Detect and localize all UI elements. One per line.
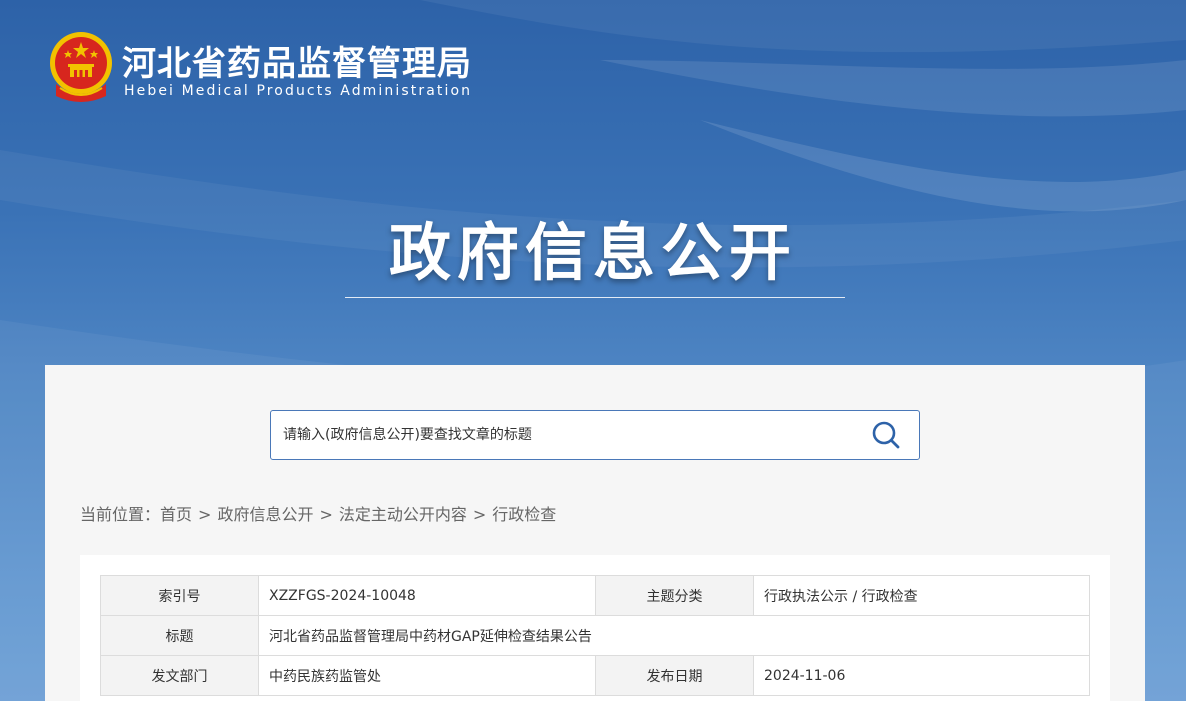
breadcrumb-gov-info[interactable]: 政府信息公开 (217, 505, 313, 524)
table-row: 索引号 XZZFGS-2024-10048 主题分类 行政执法公示 / 行政检查 (100, 575, 1090, 616)
department-label: 发文部门 (100, 655, 259, 696)
breadcrumb-statutory-content[interactable]: 法定主动公开内容 (339, 505, 467, 524)
hero-title: 政府信息公开 (388, 216, 797, 289)
site-title-cn[interactable]: 河北省药品监督管理局 (122, 36, 472, 85)
breadcrumb-separator: > (198, 505, 212, 524)
search-icon[interactable] (871, 420, 901, 450)
category-value: 行政执法公示 / 行政检查 (753, 575, 1090, 616)
breadcrumb: 当前位置：首页 > 政府信息公开 > 法定主动公开内容 > 行政检查 (80, 501, 556, 525)
date-label: 发布日期 (595, 655, 754, 696)
breadcrumb-admin-inspection[interactable]: 行政检查 (492, 505, 556, 524)
category-label: 主题分类 (595, 575, 754, 616)
breadcrumb-prefix: 当前位置： (80, 505, 161, 524)
title-label: 标题 (100, 615, 259, 656)
national-emblem-icon[interactable] (48, 30, 114, 104)
article-meta-table: 索引号 XZZFGS-2024-10048 主题分类 行政执法公示 / 行政检查… (100, 575, 1090, 696)
site-title-en: Hebei Medical Products Administration (124, 83, 473, 99)
article-meta-card: 索引号 XZZFGS-2024-10048 主题分类 行政执法公示 / 行政检查… (80, 555, 1110, 701)
department-value: 中药民族药监管处 (258, 655, 596, 696)
search-input[interactable] (271, 411, 851, 459)
date-value: 2024-11-06 (753, 655, 1090, 696)
breadcrumb-separator: > (319, 505, 333, 524)
breadcrumb-home[interactable]: 首页 (160, 505, 192, 524)
index-no-label: 索引号 (100, 575, 259, 616)
title-value: 河北省药品监督管理局中药材GAP延伸检查结果公告 (258, 615, 1090, 656)
table-row: 发文部门 中药民族药监管处 发布日期 2024-11-06 (100, 655, 1090, 696)
main-panel: 当前位置：首页 > 政府信息公开 > 法定主动公开内容 > 行政检查 索引号 XZZFGS-… (45, 365, 1145, 701)
index-no-value: XZZFGS-2024-10048 (258, 575, 596, 616)
table-row: 标题 河北省药品监督管理局中药材GAP延伸检查结果公告 (100, 615, 1090, 656)
hero-divider (345, 297, 845, 298)
search-box (270, 410, 920, 460)
breadcrumb-separator: > (472, 505, 487, 524)
